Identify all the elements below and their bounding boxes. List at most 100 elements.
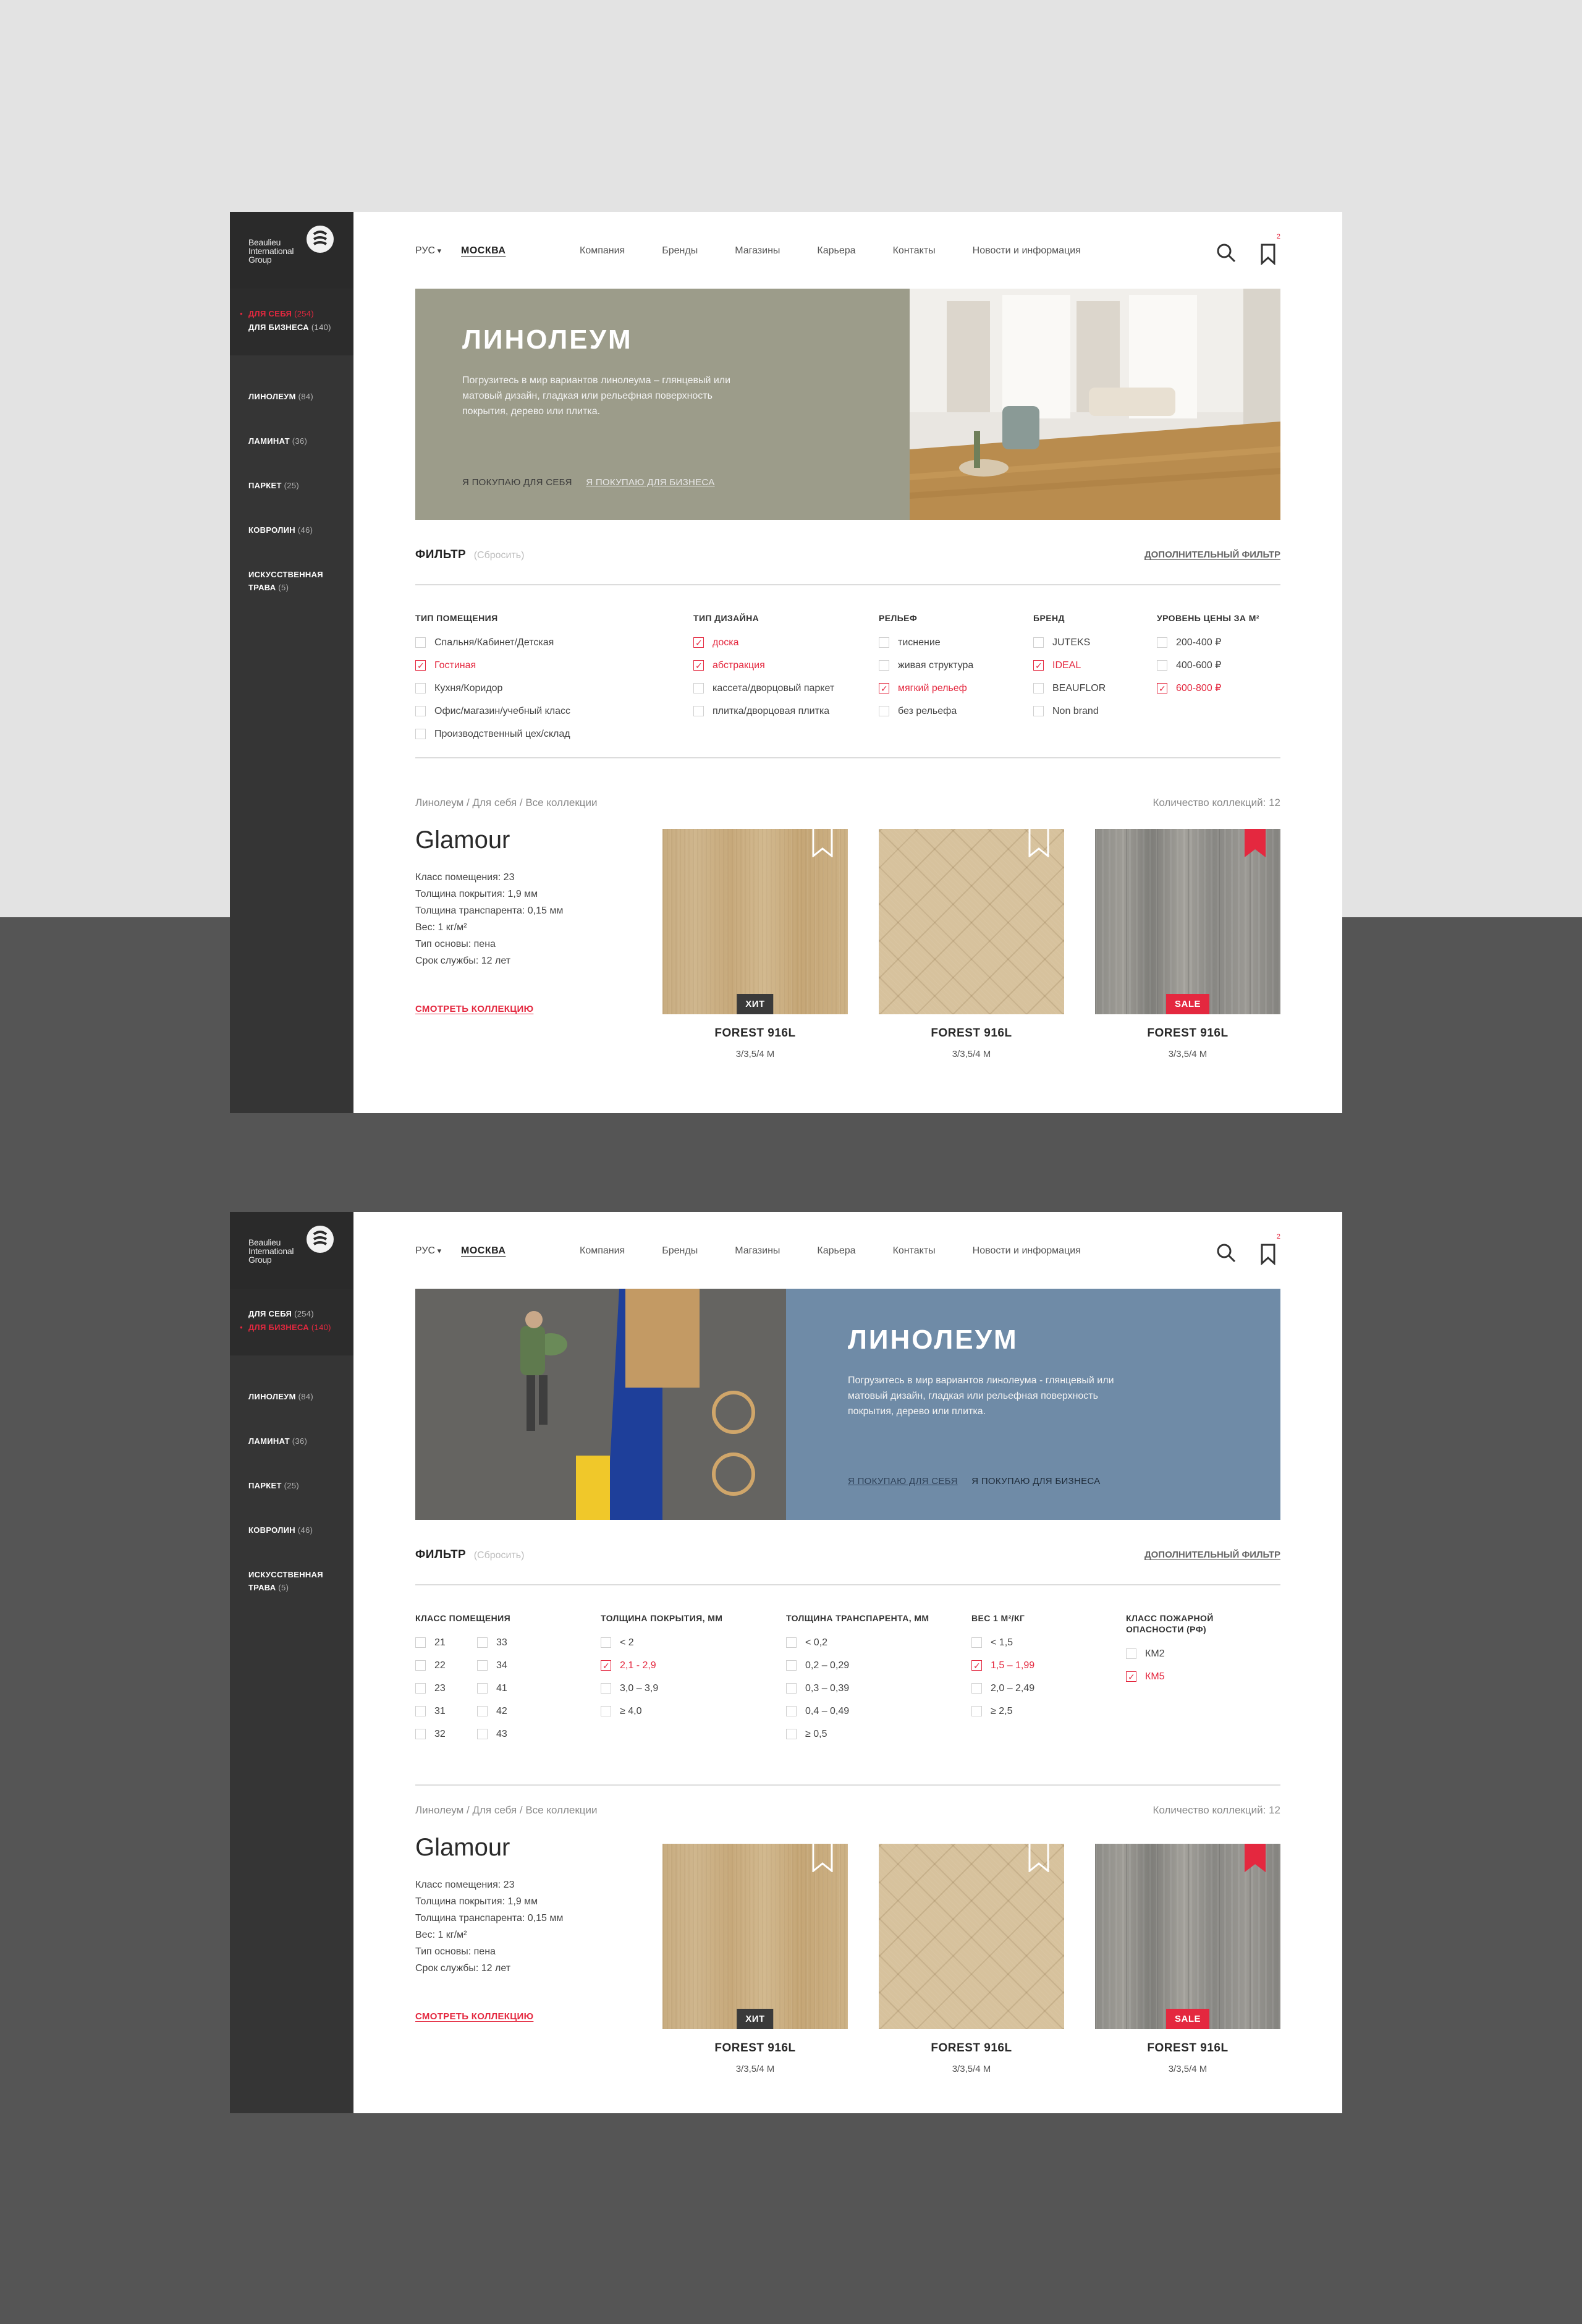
checkbox[interactable]	[477, 1706, 488, 1716]
filter-option[interactable]: Спальня/Кабинет/Детская	[415, 631, 570, 654]
product-card[interactable]: ХИТ FOREST 916L 3/3,5/4 М	[662, 829, 848, 1059]
checkbox[interactable]	[415, 655, 426, 677]
search-icon[interactable]	[1215, 242, 1237, 264]
checkbox[interactable]	[477, 1637, 488, 1648]
sidebar-item-laminate[interactable]: ЛАМИНАТ (36)	[248, 1435, 341, 1448]
filter-option[interactable]: 42	[477, 1700, 527, 1723]
filter-option[interactable]: Гостиная	[415, 654, 570, 677]
bookmark-ribbon-icon[interactable]	[812, 1844, 833, 1872]
sidebar-item-linoleum[interactable]: ЛИНОЛЕУМ (84)	[248, 390, 341, 403]
nav-company[interactable]: Компания	[580, 245, 625, 257]
filter-option[interactable]: ≥ 2,5	[971, 1700, 1034, 1723]
sidebar-item-carpet[interactable]: КОВРОЛИН (46)	[248, 524, 341, 536]
filter-option[interactable]: плитка/дворцовая плитка	[693, 700, 834, 723]
nav-company[interactable]: Компания	[580, 1245, 625, 1257]
checkbox[interactable]	[971, 1637, 982, 1648]
checkbox[interactable]	[879, 706, 889, 716]
checkbox[interactable]	[477, 1683, 488, 1694]
search-icon[interactable]	[1215, 1242, 1237, 1264]
product-image[interactable]: SALE	[1095, 1844, 1280, 2029]
product-card[interactable]: ХИТ FOREST 916L 3/3,5/4 М	[662, 1844, 848, 2074]
bookmark-ribbon-filled-icon[interactable]	[1245, 829, 1266, 857]
filter-option[interactable]: 41	[477, 1677, 527, 1700]
buy-for-self-link[interactable]: Я ПОКУПАЮ ДЛЯ СЕБЯ	[462, 477, 572, 488]
extra-filter-link[interactable]: ДОПОЛНИТЕЛЬНЫЙ ФИЛЬТР	[1144, 549, 1280, 560]
nav-news[interactable]: Новости и информация	[973, 1245, 1081, 1257]
filter-option[interactable]: 32	[415, 1723, 477, 1745]
filter-option[interactable]: 34	[477, 1654, 527, 1677]
filter-option[interactable]: 3,0 – 3,9	[601, 1677, 722, 1700]
filter-option[interactable]: 43	[477, 1723, 527, 1745]
checkbox[interactable]	[879, 677, 889, 700]
breadcrumb[interactable]: Линолеум / Для себя / Все коллекции	[415, 1804, 598, 1817]
checkbox[interactable]	[415, 729, 426, 739]
checkbox[interactable]	[971, 1706, 982, 1716]
filter-option[interactable]: 23	[415, 1677, 477, 1700]
filter-option[interactable]: Производственный цех/склад	[415, 723, 570, 745]
filter-option[interactable]: 33	[477, 1631, 527, 1654]
language-select[interactable]: РУС	[415, 1245, 441, 1257]
bookmark-icon[interactable]	[1259, 243, 1277, 265]
logo[interactable]: Beaulieu International Group	[230, 1212, 353, 1289]
filter-option[interactable]: 2,0 – 2,49	[971, 1677, 1034, 1700]
product-name[interactable]: FOREST 916L	[879, 1027, 1064, 1040]
product-name[interactable]: FOREST 916L	[1095, 2042, 1280, 2055]
checkbox[interactable]	[415, 1660, 426, 1671]
checkbox[interactable]	[415, 1729, 426, 1739]
product-card[interactable]: SALE FOREST 916L 3/3,5/4 М	[1095, 829, 1280, 1059]
checkbox[interactable]	[1126, 1648, 1136, 1659]
checkbox[interactable]	[1033, 637, 1044, 648]
checkbox[interactable]	[1157, 637, 1167, 648]
extra-filter-link[interactable]: ДОПОЛНИТЕЛЬНЫЙ ФИЛЬТР	[1144, 1550, 1280, 1560]
filter-option[interactable]: доска	[693, 631, 834, 655]
audience-self[interactable]: ДЛЯ СЕБЯ (254)	[248, 1307, 353, 1321]
checkbox[interactable]	[786, 1637, 797, 1648]
nav-career[interactable]: Карьера	[817, 245, 855, 257]
city-select[interactable]: МОСКВА	[461, 245, 505, 257]
sidebar-item-linoleum[interactable]: ЛИНОЛЕУМ (84)	[248, 1390, 341, 1403]
audience-business[interactable]: ДЛЯ БИЗНЕСА (140)	[248, 321, 353, 334]
filter-option[interactable]: Офис/магазин/учебный класс	[415, 700, 570, 723]
logo[interactable]: Beaulieu International Group	[230, 212, 353, 289]
product-card[interactable]: SALE FOREST 916L 3/3,5/4 М	[1095, 1844, 1280, 2074]
filter-reset-link[interactable]: (Сбросить)	[474, 550, 525, 561]
checkbox[interactable]	[415, 683, 426, 693]
filter-option[interactable]: абстракция	[693, 654, 834, 677]
filter-option[interactable]: 600-800 ₽	[1157, 677, 1259, 700]
language-select[interactable]: РУС	[415, 245, 441, 257]
buy-for-business-link[interactable]: Я ПОКУПАЮ ДЛЯ БИЗНЕСА	[586, 477, 714, 488]
filter-option[interactable]: < 2	[601, 1631, 722, 1654]
nav-contacts[interactable]: Контакты	[893, 245, 936, 257]
checkbox[interactable]	[601, 1683, 611, 1694]
bookmark-icon[interactable]	[1259, 1243, 1277, 1265]
product-image[interactable]	[879, 829, 1064, 1014]
filter-option[interactable]: без рельефа	[879, 700, 973, 723]
nav-stores[interactable]: Магазины	[735, 245, 780, 257]
filter-option[interactable]: 0,4 – 0,49	[786, 1700, 929, 1723]
breadcrumb[interactable]: Линолеум / Для себя / Все коллекции	[415, 797, 598, 809]
filter-option[interactable]: IDEAL	[1033, 654, 1106, 677]
filter-option[interactable]: < 1,5	[971, 1631, 1034, 1654]
checkbox[interactable]	[601, 1655, 611, 1677]
filter-option[interactable]: КМ5	[1126, 1665, 1237, 1689]
checkbox[interactable]	[879, 660, 889, 671]
product-name[interactable]: FOREST 916L	[1095, 1027, 1280, 1040]
sidebar-item-laminate[interactable]: ЛАМИНАТ (36)	[248, 435, 341, 447]
filter-option[interactable]: 21	[415, 1631, 477, 1654]
filter-option[interactable]: мягкий рельеф	[879, 677, 973, 700]
filter-option[interactable]: ≥ 4,0	[601, 1700, 722, 1723]
bookmark-ribbon-icon[interactable]	[1028, 1844, 1049, 1872]
filter-option[interactable]: BEAUFLOR	[1033, 677, 1106, 700]
buy-for-self-link[interactable]: Я ПОКУПАЮ ДЛЯ СЕБЯ	[848, 1476, 958, 1486]
checkbox[interactable]	[693, 655, 704, 677]
checkbox[interactable]	[693, 706, 704, 716]
filter-option[interactable]: кассета/дворцовый паркет	[693, 677, 834, 700]
product-card[interactable]: FOREST 916L 3/3,5/4 М	[879, 1844, 1064, 2074]
product-card[interactable]: FOREST 916L 3/3,5/4 М	[879, 829, 1064, 1059]
checkbox[interactable]	[415, 637, 426, 648]
sidebar-item-parquet[interactable]: ПАРКЕТ (25)	[248, 1479, 341, 1492]
checkbox[interactable]	[786, 1683, 797, 1694]
filter-option[interactable]: Non brand	[1033, 700, 1106, 723]
filter-option[interactable]: Кухня/Коридор	[415, 677, 570, 700]
nav-career[interactable]: Карьера	[817, 1245, 855, 1257]
